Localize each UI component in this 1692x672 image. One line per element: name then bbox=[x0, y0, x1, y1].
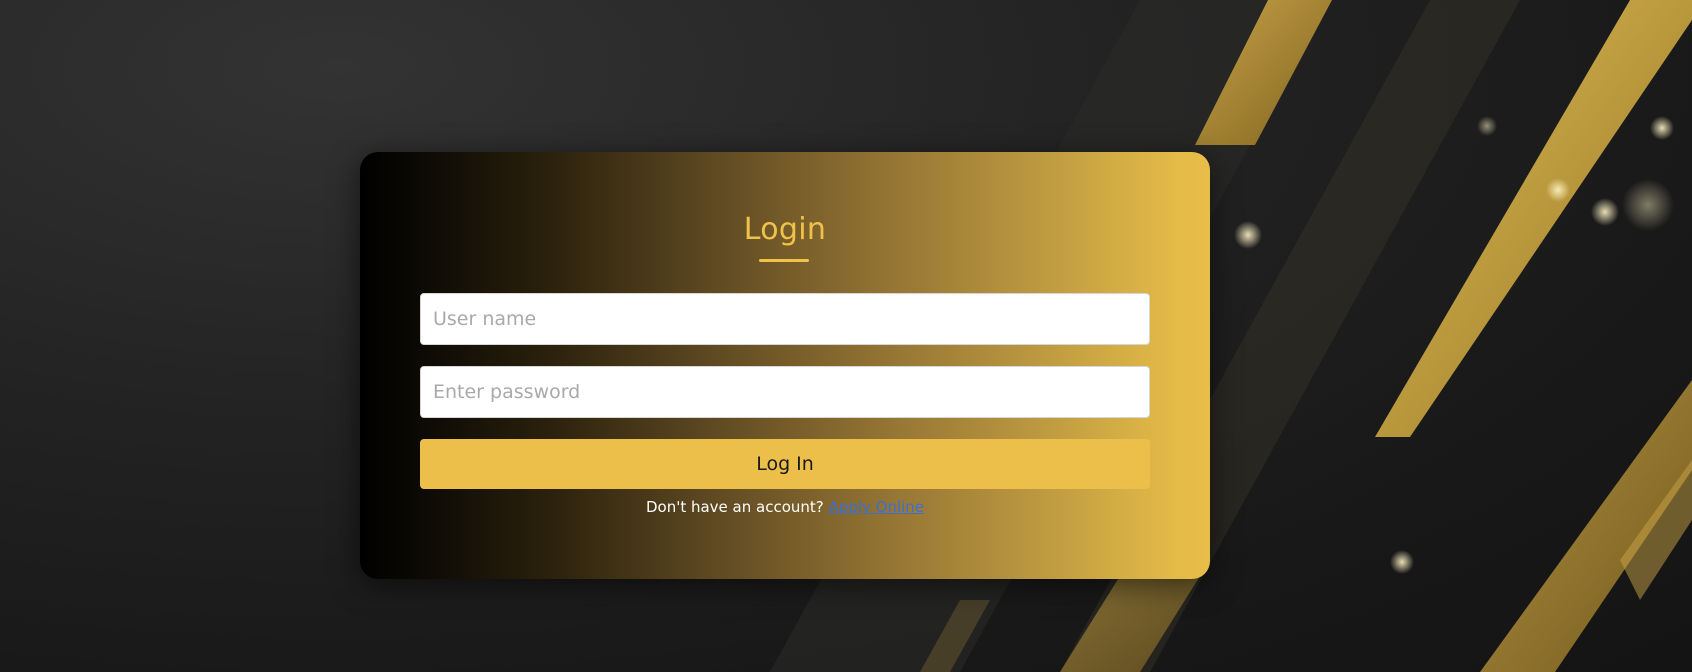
signup-prompt: Don't have an account? Apply Online bbox=[360, 498, 1210, 516]
login-card: Login Log In Don't have an account? Appl… bbox=[360, 152, 1210, 579]
apply-online-link[interactable]: Apply Online bbox=[829, 498, 925, 516]
login-title: Login bbox=[743, 212, 827, 247]
login-button[interactable]: Log In bbox=[420, 439, 1150, 489]
title-underline bbox=[759, 259, 809, 262]
username-input[interactable] bbox=[420, 293, 1150, 345]
signup-prompt-text: Don't have an account? bbox=[645, 498, 829, 516]
password-input[interactable] bbox=[420, 366, 1150, 418]
